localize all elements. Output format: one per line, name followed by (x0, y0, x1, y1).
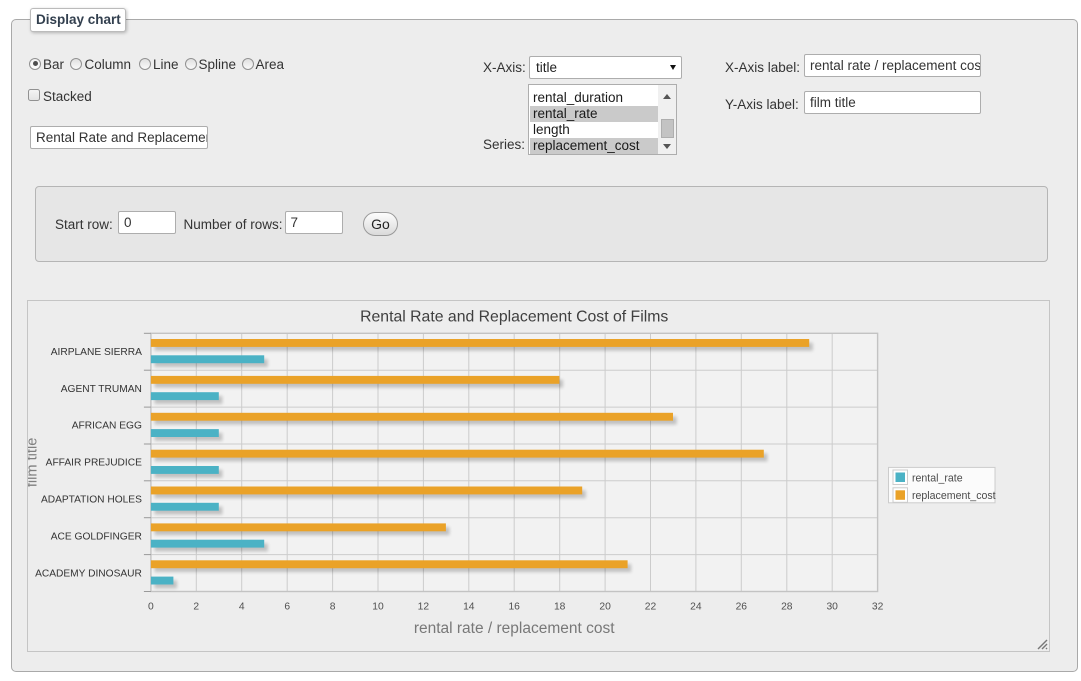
svg-text:22: 22 (645, 602, 657, 613)
svg-text:10: 10 (372, 602, 384, 613)
svg-text:18: 18 (554, 602, 566, 613)
svg-text:2: 2 (193, 602, 199, 613)
svg-text:ACADEMY DINOSAUR: ACADEMY DINOSAUR (35, 568, 142, 579)
svg-text:6: 6 (284, 602, 290, 613)
svg-text:rental rate / replacement cost: rental rate / replacement cost (414, 620, 615, 637)
svg-text:16: 16 (508, 602, 520, 613)
svg-text:ACE GOLDFINGER: ACE GOLDFINGER (51, 531, 142, 542)
svg-text:replacement_cost: replacement_cost (912, 490, 996, 502)
svg-text:12: 12 (418, 602, 430, 613)
svg-text:4: 4 (239, 602, 245, 613)
svg-text:20: 20 (599, 602, 611, 613)
svg-text:30: 30 (826, 602, 838, 613)
svg-text:28: 28 (781, 602, 793, 613)
svg-text:AFFAIR PREJUDICE: AFFAIR PREJUDICE (46, 458, 142, 469)
svg-text:AIRPLANE SIERRA: AIRPLANE SIERRA (51, 347, 142, 358)
svg-text:24: 24 (690, 602, 702, 613)
svg-text:8: 8 (330, 602, 336, 613)
svg-text:0: 0 (148, 602, 154, 613)
svg-text:Rental Rate and Replacement Co: Rental Rate and Replacement Cost of Film… (360, 309, 668, 326)
svg-text:film title: film title (28, 438, 41, 487)
svg-text:AFRICAN EGG: AFRICAN EGG (72, 421, 142, 432)
svg-text:AGENT TRUMAN: AGENT TRUMAN (61, 384, 142, 395)
svg-text:ADAPTATION HOLES: ADAPTATION HOLES (41, 495, 142, 506)
svg-text:32: 32 (872, 602, 884, 613)
svg-text:14: 14 (463, 602, 475, 613)
svg-text:rental_rate: rental_rate (912, 472, 963, 484)
svg-text:26: 26 (736, 602, 748, 613)
